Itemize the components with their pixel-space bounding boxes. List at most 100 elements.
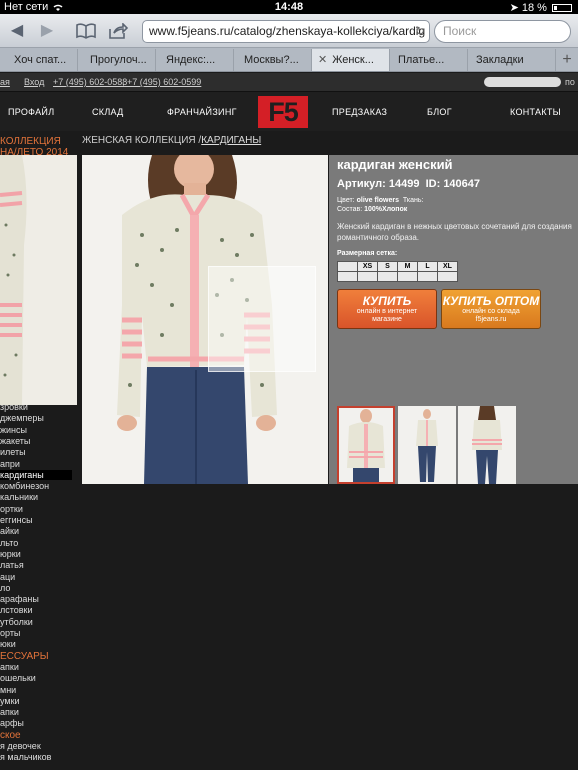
nav-contacts[interactable]: КОНТАКТЫ <box>510 107 561 117</box>
address-bar[interactable]: www.f5jeans.ru/catalog/zhenskaya-kollekc… <box>142 20 430 43</box>
sidebar-heading-kids[interactable]: ское <box>0 730 21 741</box>
tab-4[interactable]: Москвы?... <box>234 49 312 71</box>
address-text: www.f5jeans.ru/catalog/zhenskaya-kollekc… <box>149 24 426 38</box>
sidebar-item[interactable]: ортки <box>0 504 23 514</box>
tab-7[interactable]: Закладки <box>468 49 556 71</box>
sidebar-item[interactable]: утболки <box>0 617 33 627</box>
util-link[interactable]: ая <box>0 77 10 87</box>
buy-wholesale-button[interactable]: КУПИТЬ ОПТОМ онлайн со склада f5jeans.ru <box>441 289 541 329</box>
wholesale-button-sub1: онлайн со склада <box>462 308 520 315</box>
close-tab-icon[interactable]: ✕ <box>318 54 327 66</box>
breadcrumb: ЖЕНСКАЯ КОЛЛЕКЦИЯ /КАРДИГАНЫ <box>82 135 261 146</box>
buy-button-sub1: онлайн в интернет <box>356 308 418 315</box>
sidebar-item[interactable]: арафаны <box>0 594 39 604</box>
forward-icon[interactable]: ▶ <box>36 20 58 42</box>
share-icon[interactable] <box>106 20 130 42</box>
sidebar-item[interactable]: кардиганы <box>0 470 72 480</box>
sidebar-heading[interactable]: КОЛЛЕКЦИЯ <box>0 136 61 147</box>
page-lower-area <box>78 484 578 770</box>
product-title: кардиган женский <box>337 157 453 172</box>
tab-6[interactable]: Платье... <box>390 49 468 71</box>
sidebar-item[interactable]: льто <box>0 538 18 548</box>
sidebar-item[interactable]: юрки <box>0 549 21 559</box>
sidebar-item[interactable]: ло <box>0 583 10 593</box>
fabric-label: Ткань: <box>402 197 424 204</box>
tab-3[interactable]: Яндекс:... <box>156 49 234 71</box>
site-utility-bar: ая Вход +7 (495) 602-0588 , +7 (495) 602… <box>0 73 578 91</box>
size-xs[interactable]: XS <box>357 261 378 272</box>
size-s[interactable]: S <box>377 261 398 272</box>
color-line: Цвет: olive flowers Ткань: <box>337 197 423 204</box>
sidebar-item[interactable]: мни <box>0 685 16 695</box>
site-search-input[interactable] <box>484 77 561 87</box>
sidebar-item[interactable]: комбинезон <box>0 481 49 491</box>
f5-logo[interactable]: F5 <box>258 96 308 128</box>
sidebar-item[interactable]: я мальчиков <box>0 752 51 762</box>
tab-1[interactable]: Хоч спат... <box>0 49 78 71</box>
size-chart: XS S M L XL <box>337 261 458 282</box>
phone-link-1[interactable]: +7 (495) 602-0588 <box>53 77 127 87</box>
size-cell-blank <box>337 261 358 272</box>
color-label: Цвет: <box>337 197 355 204</box>
zoom-lens[interactable] <box>208 266 316 372</box>
nav-blog[interactable]: БЛОГ <box>427 107 452 117</box>
nav-franchising[interactable]: ФРАНЧАЙЗИНГ <box>167 107 237 117</box>
nav-preorder[interactable]: ПРЕДЗАКАЗ <box>332 107 387 117</box>
sidebar-item[interactable]: умки <box>0 696 20 706</box>
battery-text: 18 % <box>521 2 547 14</box>
sidebar-item[interactable]: арфы <box>0 718 24 728</box>
composition-label: Состав: <box>337 206 363 213</box>
size-m[interactable]: M <box>397 261 418 272</box>
nav-warehouse[interactable]: СКЛАД <box>92 107 124 117</box>
search-label-tail: по <box>565 77 575 87</box>
sidebar-item[interactable]: орты <box>0 628 20 638</box>
id-value: 140647 <box>443 178 481 190</box>
sidebar-item[interactable]: лстовки <box>0 605 33 615</box>
thumbnail-3[interactable] <box>458 406 516 484</box>
id-label: ID: <box>425 178 441 190</box>
bookmarks-icon[interactable] <box>74 20 98 42</box>
add-tab-icon[interactable]: + <box>556 49 578 71</box>
back-icon[interactable]: ◀ <box>6 20 28 42</box>
sidebar-heading-accessories[interactable]: ЕССУАРЫ <box>0 651 49 662</box>
phone-link-2[interactable]: +7 (495) 602-0599 <box>127 77 201 87</box>
sidebar-item[interactable]: еггинсы <box>0 515 33 525</box>
sidebar-item[interactable]: кальники <box>0 492 38 502</box>
browser-toolbar: ◀ ▶ www.f5jeans.ru/catalog/zhenskaya-kol… <box>0 14 578 48</box>
clock-text: 14:48 <box>274 1 304 13</box>
breadcrumb-section[interactable]: ЖЕНСКАЯ КОЛЛЕКЦИЯ / <box>82 135 201 146</box>
composition-line: Состав: 100%Хлопок <box>337 206 407 213</box>
login-link[interactable]: Вход <box>24 77 44 87</box>
tab-2[interactable]: Прогулоч... <box>78 49 156 71</box>
sidebar-item[interactable]: латья <box>0 560 24 570</box>
article-line: Артикул: 14499 ID: 140647 <box>337 178 480 190</box>
tab-5-active[interactable]: ✕ Женск... <box>312 49 390 71</box>
phone-separator: , <box>122 77 125 87</box>
size-l[interactable]: L <box>417 261 438 272</box>
size-xl[interactable]: XL <box>437 261 458 272</box>
sidebar-item[interactable]: аци <box>0 572 15 582</box>
tab-bar: Хоч спат... Прогулоч... Яндекс:... Москв… <box>0 48 578 72</box>
sidebar-item[interactable]: жинсы <box>0 425 27 435</box>
sidebar-item[interactable]: апки <box>0 707 19 717</box>
sidebar-item[interactable]: зровки <box>0 402 28 412</box>
sidebar-item[interactable]: апки <box>0 662 19 672</box>
nav-profile[interactable]: ПРОФАЙЛ <box>8 107 54 117</box>
buy-button[interactable]: КУПИТЬ онлайн в интернет магазине <box>337 289 437 329</box>
sidebar-preview-image <box>0 155 77 405</box>
category-sidebar: КОЛЛЕКЦИЯ НА/ЛЕТО 2014 зровки джемперы жин… <box>0 131 78 770</box>
sidebar-item[interactable]: айки <box>0 526 19 536</box>
thumbnail-1[interactable] <box>337 406 395 484</box>
browser-search-input[interactable]: Поиск <box>434 20 571 43</box>
thumbnail-2[interactable] <box>398 406 456 484</box>
reload-icon[interactable]: ↻ <box>415 21 425 42</box>
sidebar-item[interactable]: апри <box>0 459 20 469</box>
sidebar-item[interactable]: жакеты <box>0 436 30 446</box>
sidebar-item[interactable]: юки <box>0 639 16 649</box>
composition-value: 100%Хлопок <box>364 206 408 213</box>
sidebar-item[interactable]: илеты <box>0 447 26 457</box>
sidebar-item[interactable]: я девочек <box>0 741 41 751</box>
sidebar-item[interactable]: ошельки <box>0 673 36 683</box>
sidebar-item[interactable]: джемперы <box>0 413 44 423</box>
breadcrumb-current[interactable]: КАРДИГАНЫ <box>201 135 261 146</box>
